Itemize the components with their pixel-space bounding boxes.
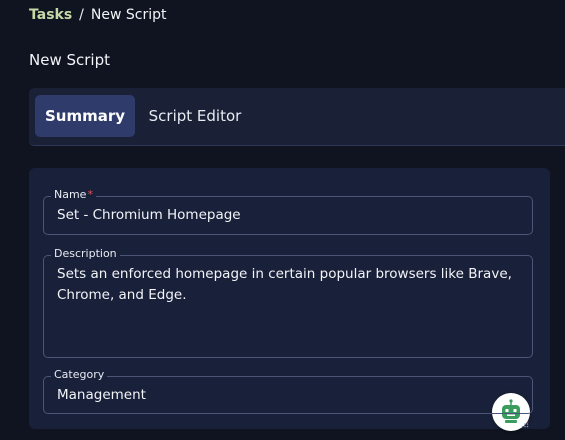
tab-script-editor[interactable]: Script Editor	[142, 95, 248, 137]
form-panel: Name* Set - Chromium Homepage Descriptio…	[29, 168, 550, 431]
description-field-label: Description	[51, 247, 120, 261]
resize-grip-icon[interactable]	[521, 420, 529, 428]
name-label-text: Name	[54, 188, 87, 201]
breadcrumb: Tasks / New Script	[29, 7, 166, 23]
tabs-bar: Summary Script Editor	[29, 88, 565, 146]
breadcrumb-tasks-link[interactable]: Tasks	[29, 7, 72, 23]
name-field-label: Name*	[51, 188, 96, 202]
required-marker: *	[87, 188, 93, 201]
page-title: New Script	[29, 51, 110, 69]
breadcrumb-current: New Script	[90, 7, 167, 23]
new-script-page: Tasks / New Script New Script Summary Sc…	[0, 0, 565, 440]
description-field-value[interactable]: Sets an enforced homepage in certain pop…	[57, 264, 522, 306]
tab-summary[interactable]: Summary	[35, 95, 135, 137]
name-field-value[interactable]: Set - Chromium Homepage	[57, 207, 241, 223]
breadcrumb-separator: /	[79, 7, 84, 23]
category-field[interactable]: Category Management	[43, 368, 533, 414]
category-field-label: Category	[51, 368, 108, 382]
name-field[interactable]: Name* Set - Chromium Homepage	[43, 188, 533, 235]
category-field-value[interactable]: Management	[57, 387, 146, 403]
description-field[interactable]: Description Sets an enforced homepage in…	[43, 247, 533, 431]
